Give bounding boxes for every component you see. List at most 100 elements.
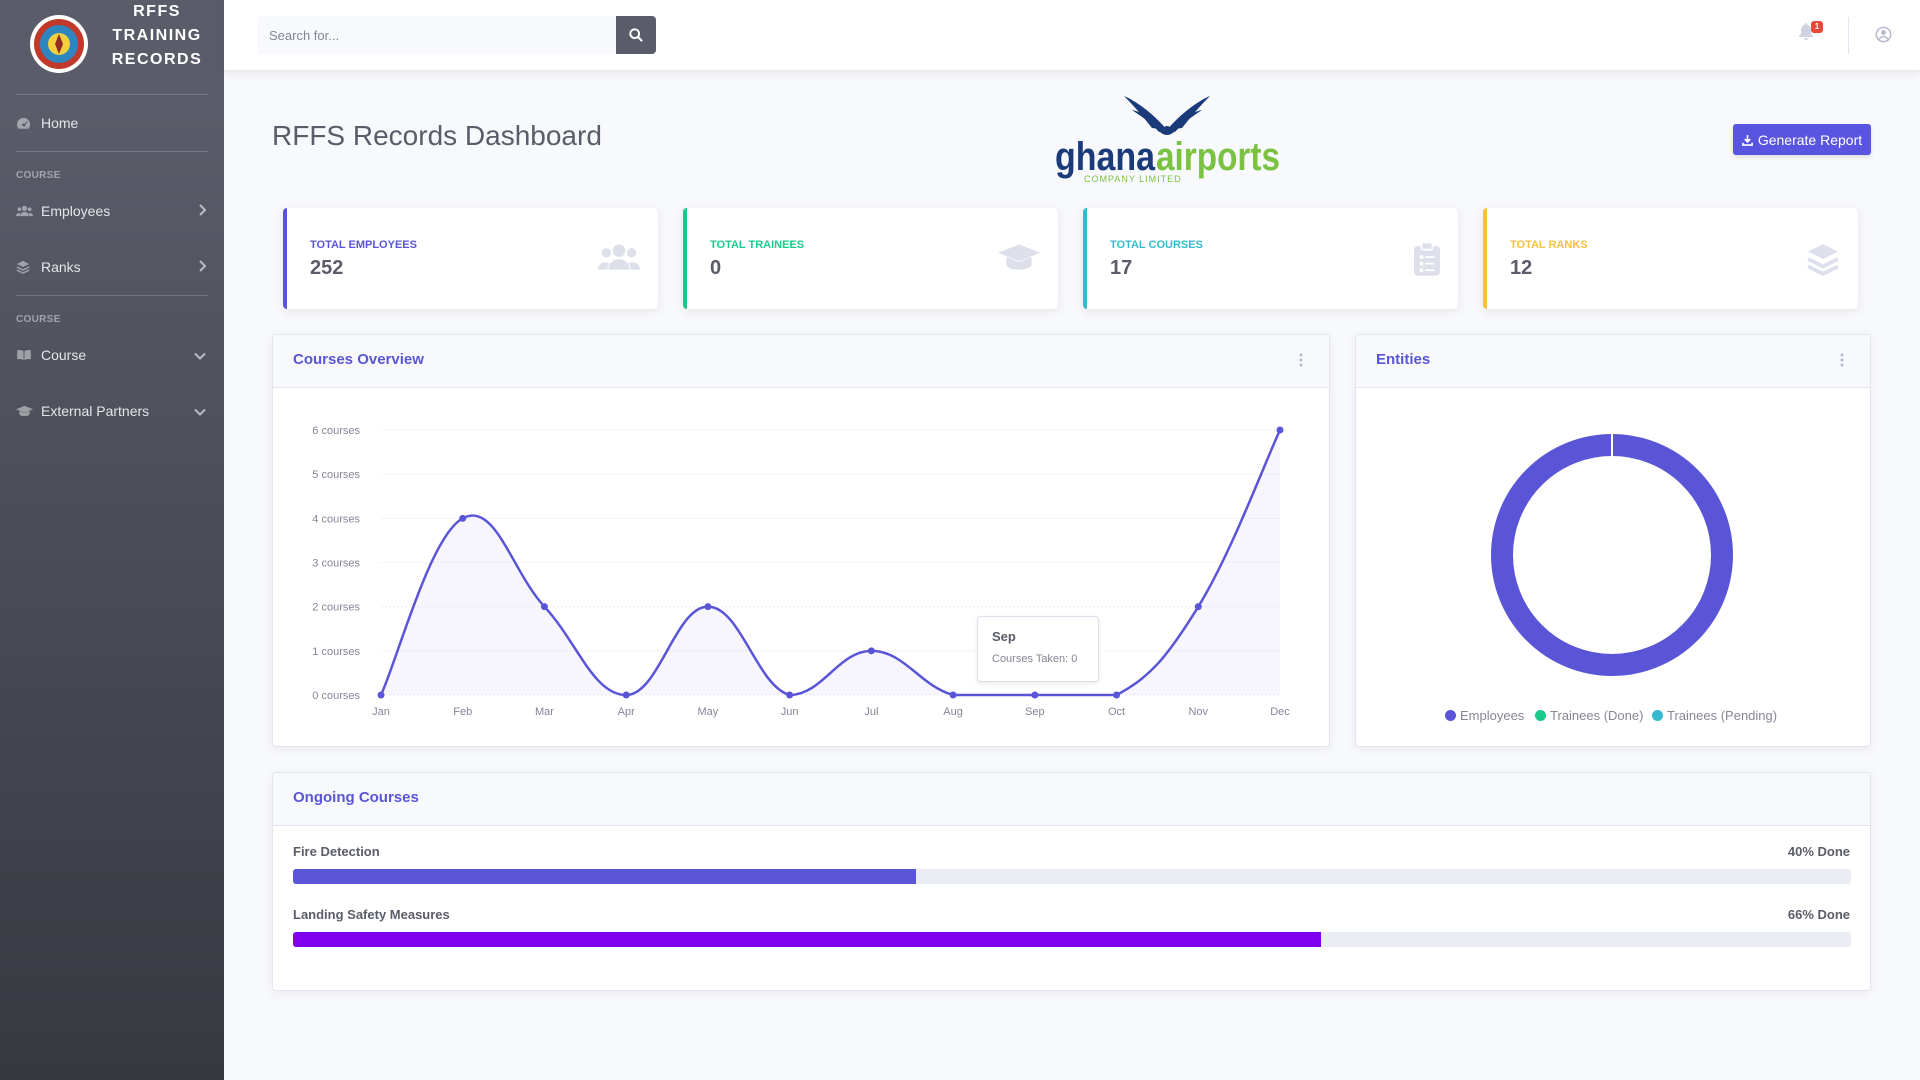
brand-title: RFFS TRAINING RECORDS [108, 0, 206, 72]
sidebar-item-employees[interactable]: Employees [16, 199, 207, 223]
graduation-cap-icon [998, 244, 1040, 270]
stat-value: 0 [710, 257, 722, 279]
brand-line-3: RECORDS [111, 51, 203, 68]
stat-card-employees: Total Employees 252 [283, 208, 658, 309]
data-point [867, 647, 875, 655]
x-tick-label: Dec [1270, 706, 1290, 718]
x-tick-label: Jun [781, 706, 799, 718]
legend-label: Trainees (Done) [1550, 708, 1644, 723]
stat-label: Total Employees [310, 239, 417, 251]
legend-label: Employees [1460, 708, 1525, 723]
courses-line-chart: 0 courses 1 courses 2 courses 3 courses 4 co… [312, 425, 1290, 718]
x-tick-label: Feb [453, 706, 472, 718]
data-point [704, 603, 712, 611]
more-vertical-icon[interactable] [1840, 353, 1844, 367]
data-point [540, 603, 548, 611]
sidebar-item-label: Employees [41, 203, 111, 219]
x-tick-label: Jul [864, 706, 878, 718]
logo-word-1: ghana [1055, 135, 1156, 179]
data-point [1194, 603, 1202, 611]
data-point [1031, 691, 1039, 699]
more-vertical-icon[interactable] [1299, 353, 1303, 367]
y-tick-label: 0 courses [312, 690, 360, 702]
legend-item-employees[interactable]: Employees [1445, 708, 1524, 723]
stat-value: 12 [1510, 257, 1533, 279]
x-tick-label: Sep [1025, 706, 1045, 718]
legend-item-trainees-pending[interactable]: Trainees (Pending) [1652, 708, 1777, 723]
chevron-down-icon [194, 347, 206, 363]
donut-slice[interactable] [1491, 434, 1733, 676]
brand-line-2: TRAINING [112, 27, 202, 44]
users-icon [598, 244, 640, 270]
data-point [377, 691, 385, 699]
y-tick-label: 6 courses [312, 425, 360, 437]
search-button[interactable] [616, 16, 656, 54]
x-tick-label: Oct [1108, 706, 1125, 718]
x-tick-label: Mar [535, 706, 554, 718]
sidebar-item-external-partners[interactable]: External Partners [16, 399, 206, 423]
progress-fill [293, 932, 1322, 947]
rffs-badge-logo [30, 15, 88, 73]
users-icon [16, 205, 41, 217]
stat-card-ranks: Total Ranks 12 [1483, 208, 1858, 309]
courses-overview-card: Courses Overview 0 courses 1 courses 2 cou… [272, 334, 1330, 747]
ghana-airports-logo: ghana airports COMPANY LIMITED [1055, 96, 1280, 184]
y-tick-label: 5 courses [312, 469, 360, 481]
legend-swatch [1535, 710, 1546, 721]
stat-value: 252 [310, 257, 344, 279]
sidebar-divider [16, 295, 208, 296]
brand-line-1: RFFS [133, 3, 181, 20]
sidebar-brand[interactable]: RFFS TRAINING RECORDS [0, 0, 224, 92]
search-input[interactable] [257, 16, 617, 54]
ongoing-courses-card: Ongoing Courses Fire Detection 40% Done … [272, 772, 1871, 991]
legend-item-trainees-done[interactable]: Trainees (Done) [1535, 708, 1643, 723]
data-point [1113, 691, 1121, 699]
data-point [949, 691, 957, 699]
stat-card-courses: Total Courses 17 [1083, 208, 1458, 309]
y-tick-label: 2 courses [312, 602, 360, 614]
data-point [786, 691, 794, 699]
data-point [1276, 426, 1284, 434]
course-name: Landing Safety Measures [293, 907, 450, 922]
stat-value: 17 [1110, 257, 1133, 279]
sidebar: RFFS TRAINING RECORDS Home COURSE Employ… [0, 0, 224, 1080]
legend-swatch [1652, 710, 1663, 721]
card-header: Entities [1356, 335, 1870, 388]
sidebar-divider [16, 151, 208, 152]
data-point [622, 691, 630, 699]
course-name: Fire Detection [293, 844, 380, 859]
stat-label: Total Courses [1110, 239, 1203, 251]
sidebar-item-label: Course [41, 347, 87, 363]
sidebar-item-course[interactable]: Course [16, 343, 206, 367]
stat-card-trainees: Total Trainees 0 [683, 208, 1058, 309]
stat-label: Total Trainees [710, 239, 805, 251]
x-tick-label: Nov [1188, 706, 1208, 718]
generate-report-button[interactable]: Generate Report [1733, 124, 1871, 155]
sidebar-item-ranks[interactable]: Ranks [16, 255, 207, 279]
sidebar-item-label: External Partners [41, 403, 150, 419]
stat-label: Total Ranks [1510, 239, 1588, 251]
y-tick-label: 4 courses [312, 513, 360, 525]
chevron-right-icon [198, 259, 207, 275]
entities-title: Entities [1376, 351, 1431, 368]
legend-swatch [1445, 710, 1456, 721]
sidebar-item-label: Ranks [41, 259, 81, 275]
x-tick-label: Apr [618, 706, 635, 718]
user-circle-icon[interactable] [1875, 26, 1892, 43]
dashboard-icon [16, 117, 41, 130]
sidebar-heading: COURSE [16, 314, 61, 325]
search-icon [629, 28, 643, 42]
course-progress-label: 66% Done [1787, 907, 1850, 922]
sidebar-heading: COURSE [16, 170, 61, 181]
data-point [459, 514, 467, 522]
sidebar-item-home[interactable]: Home [16, 111, 206, 135]
x-tick-label: Jan [372, 706, 390, 718]
topbar-divider [1848, 17, 1849, 54]
clipboard-list-icon [1414, 242, 1440, 276]
chevron-right-icon [198, 203, 207, 219]
graduation-cap-icon [16, 405, 41, 417]
page-title: RFFS Records Dashboard [272, 120, 602, 151]
topbar: 1 [224, 0, 1920, 70]
chart-tooltip: Sep Courses Taken: 0 [977, 616, 1099, 682]
book-icon [16, 349, 41, 361]
